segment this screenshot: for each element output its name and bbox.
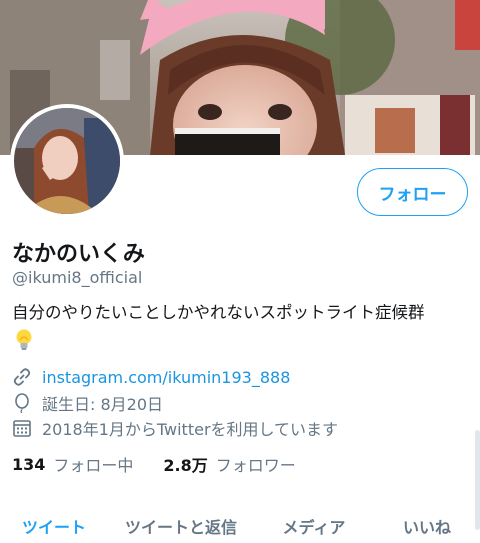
following-stat[interactable]: 134 フォロー中	[12, 452, 133, 476]
followers-stat[interactable]: 2.8万 フォロワー	[163, 452, 295, 476]
following-label: フォロー中	[53, 456, 134, 475]
profile-tabs: ツイート ツイートと返信 メディア いいね	[0, 500, 480, 543]
tab-tweets[interactable]: ツイート	[0, 500, 108, 543]
joined-text: 2018年1月からTwitterを利用しています	[42, 420, 339, 439]
scrollbar[interactable]	[475, 430, 480, 530]
lightbulb-icon	[14, 328, 34, 352]
profile-link[interactable]: instagram.com/ikumin193_888	[42, 368, 290, 387]
user-handle: @ikumi8_official	[12, 268, 143, 287]
calendar-icon	[12, 418, 32, 438]
tab-tweets-replies[interactable]: ツイートと返信	[108, 500, 254, 543]
link-icon	[12, 367, 32, 387]
avatar[interactable]	[10, 104, 124, 218]
follow-stats: 134 フォロー中 2.8万 フォロワー	[12, 452, 296, 476]
joined-row: 2018年1月からTwitterを利用しています	[12, 416, 338, 440]
birthday-text: 誕生日: 8月20日	[42, 395, 164, 414]
display-name: なかのいくみ	[12, 242, 145, 267]
bio-text: 自分のやりたいことしかやれないスポットライト症候群	[12, 303, 425, 322]
tab-likes[interactable]: いいね	[374, 500, 480, 543]
followers-label: フォロワー	[215, 456, 296, 475]
tab-media[interactable]: メディア	[254, 500, 374, 543]
followers-count: 2.8万	[163, 456, 208, 475]
balloon-icon	[12, 393, 32, 413]
follow-button[interactable]: フォロー	[357, 168, 468, 216]
following-count: 134	[12, 454, 46, 474]
profile-link-row: instagram.com/ikumin193_888	[12, 365, 290, 389]
avatar-photo	[14, 108, 120, 214]
birthday-row: 誕生日: 8月20日	[12, 391, 163, 415]
